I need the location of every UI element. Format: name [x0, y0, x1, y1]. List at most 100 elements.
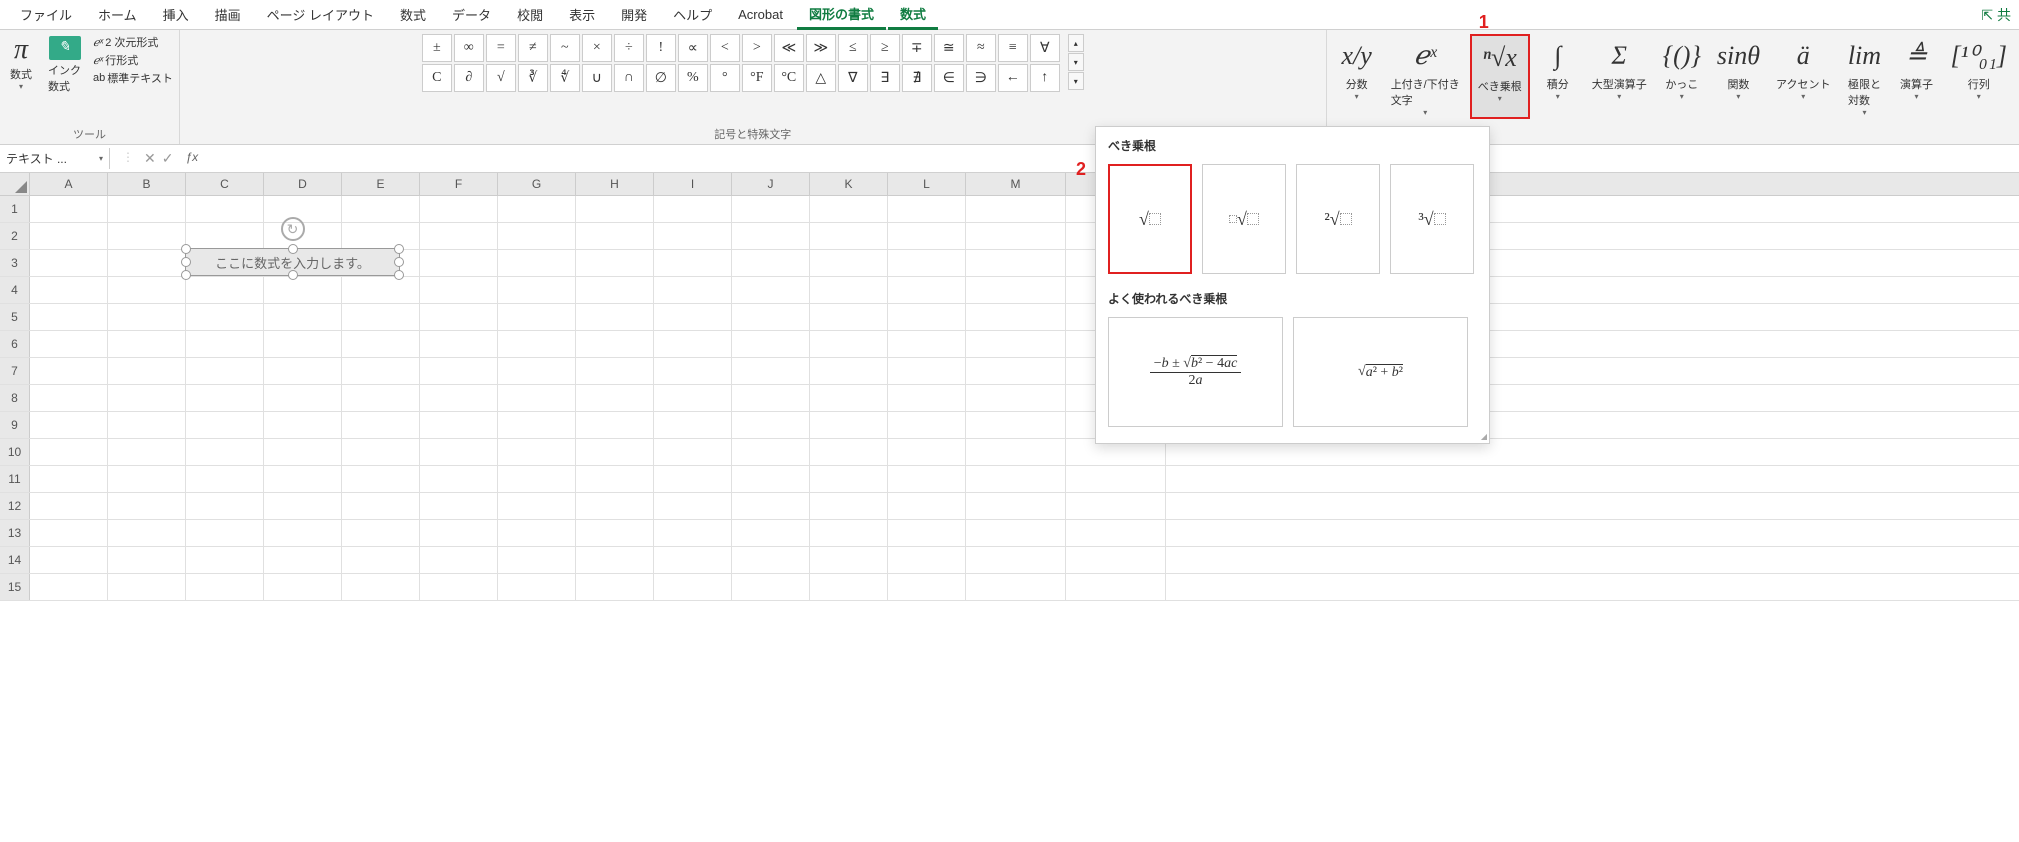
- cell[interactable]: [732, 358, 810, 384]
- cell[interactable]: [1066, 574, 1166, 600]
- menu-help[interactable]: ヘルプ: [661, 1, 724, 28]
- cell[interactable]: [888, 412, 966, 438]
- cell[interactable]: [732, 412, 810, 438]
- symbol-button[interactable]: ≫: [806, 34, 836, 62]
- symbol-button[interactable]: ∞: [454, 34, 484, 62]
- cell[interactable]: [654, 250, 732, 276]
- cell[interactable]: [810, 250, 888, 276]
- symbol-button[interactable]: ~: [550, 34, 580, 62]
- row-header[interactable]: 14: [0, 547, 30, 573]
- menu-page-layout[interactable]: ページ レイアウト: [255, 1, 386, 28]
- cell[interactable]: [264, 304, 342, 330]
- cell[interactable]: [888, 331, 966, 357]
- symbol-button[interactable]: ≤: [838, 34, 868, 62]
- symbol-button[interactable]: √: [486, 64, 516, 92]
- text-opt-2d[interactable]: ℯˣ 2 次元形式: [93, 34, 173, 50]
- symbol-button[interactable]: ∅: [646, 64, 676, 92]
- cell[interactable]: [498, 196, 576, 222]
- rotate-handle[interactable]: ↻: [281, 217, 305, 241]
- cell[interactable]: [576, 358, 654, 384]
- radical-option-1[interactable]: √: [1202, 164, 1286, 274]
- col-header[interactable]: L: [888, 173, 966, 195]
- cell[interactable]: [576, 223, 654, 249]
- cell[interactable]: [966, 493, 1066, 519]
- row-header[interactable]: 5: [0, 304, 30, 330]
- cell[interactable]: [342, 412, 420, 438]
- col-header[interactable]: I: [654, 173, 732, 195]
- cell[interactable]: [654, 358, 732, 384]
- cell[interactable]: [342, 223, 420, 249]
- cell[interactable]: [576, 547, 654, 573]
- cell[interactable]: [888, 385, 966, 411]
- cell[interactable]: [186, 493, 264, 519]
- cell[interactable]: [576, 385, 654, 411]
- cell[interactable]: [888, 277, 966, 303]
- cell[interactable]: [420, 358, 498, 384]
- symbol-button[interactable]: ≅: [934, 34, 964, 62]
- common-radical-pythagoras[interactable]: √a² + b²: [1293, 317, 1468, 427]
- resize-handle[interactable]: [394, 270, 404, 280]
- col-header[interactable]: A: [30, 173, 108, 195]
- cell[interactable]: [420, 493, 498, 519]
- row-header[interactable]: 11: [0, 466, 30, 492]
- cell[interactable]: [810, 304, 888, 330]
- cell[interactable]: [732, 439, 810, 465]
- cell[interactable]: [810, 493, 888, 519]
- cell[interactable]: [420, 250, 498, 276]
- cell[interactable]: [342, 304, 420, 330]
- cell[interactable]: [576, 574, 654, 600]
- col-header[interactable]: J: [732, 173, 810, 195]
- cell[interactable]: [498, 493, 576, 519]
- cell[interactable]: [264, 466, 342, 492]
- cell[interactable]: [186, 358, 264, 384]
- cell[interactable]: [342, 385, 420, 411]
- cell[interactable]: [264, 277, 342, 303]
- cell[interactable]: [30, 466, 108, 492]
- cell[interactable]: [966, 439, 1066, 465]
- cell[interactable]: [186, 331, 264, 357]
- symbol-button[interactable]: ÷: [614, 34, 644, 62]
- cell[interactable]: [186, 223, 264, 249]
- cell[interactable]: [810, 520, 888, 546]
- cell[interactable]: [342, 520, 420, 546]
- structure-関数[interactable]: sinθ関数▾: [1711, 34, 1766, 119]
- menu-file[interactable]: ファイル: [8, 1, 84, 28]
- cell[interactable]: [966, 196, 1066, 222]
- cell[interactable]: [420, 466, 498, 492]
- cell[interactable]: [810, 412, 888, 438]
- cell[interactable]: [30, 439, 108, 465]
- cell[interactable]: [810, 547, 888, 573]
- cell[interactable]: [108, 331, 186, 357]
- radical-option-3[interactable]: ³√: [1390, 164, 1474, 274]
- cell[interactable]: [498, 412, 576, 438]
- symbol-button[interactable]: ≡: [998, 34, 1028, 62]
- cell[interactable]: [888, 574, 966, 600]
- cell[interactable]: [108, 412, 186, 438]
- cell[interactable]: [498, 466, 576, 492]
- structure-演算子[interactable]: ≜演算子▾: [1892, 34, 1940, 119]
- col-header[interactable]: G: [498, 173, 576, 195]
- symbol-button[interactable]: <: [710, 34, 740, 62]
- cell[interactable]: [342, 196, 420, 222]
- symbols-down-icon[interactable]: ▾: [1068, 53, 1084, 71]
- cell[interactable]: [420, 223, 498, 249]
- cell[interactable]: [888, 520, 966, 546]
- cell[interactable]: [30, 331, 108, 357]
- cell[interactable]: [576, 250, 654, 276]
- cell[interactable]: [576, 439, 654, 465]
- cell[interactable]: [576, 412, 654, 438]
- structure-アクセント[interactable]: äアクセント▾: [1770, 34, 1836, 119]
- cell[interactable]: [108, 385, 186, 411]
- symbol-button[interactable]: ∓: [902, 34, 932, 62]
- symbol-button[interactable]: °F: [742, 64, 772, 92]
- cell[interactable]: [108, 358, 186, 384]
- cell[interactable]: [420, 277, 498, 303]
- cell[interactable]: [264, 358, 342, 384]
- cell[interactable]: [810, 223, 888, 249]
- col-header[interactable]: D: [264, 173, 342, 195]
- symbol-button[interactable]: ±: [422, 34, 452, 62]
- cell[interactable]: [264, 574, 342, 600]
- fx-icon[interactable]: ƒx: [179, 150, 204, 167]
- cell[interactable]: [888, 466, 966, 492]
- cell[interactable]: [264, 412, 342, 438]
